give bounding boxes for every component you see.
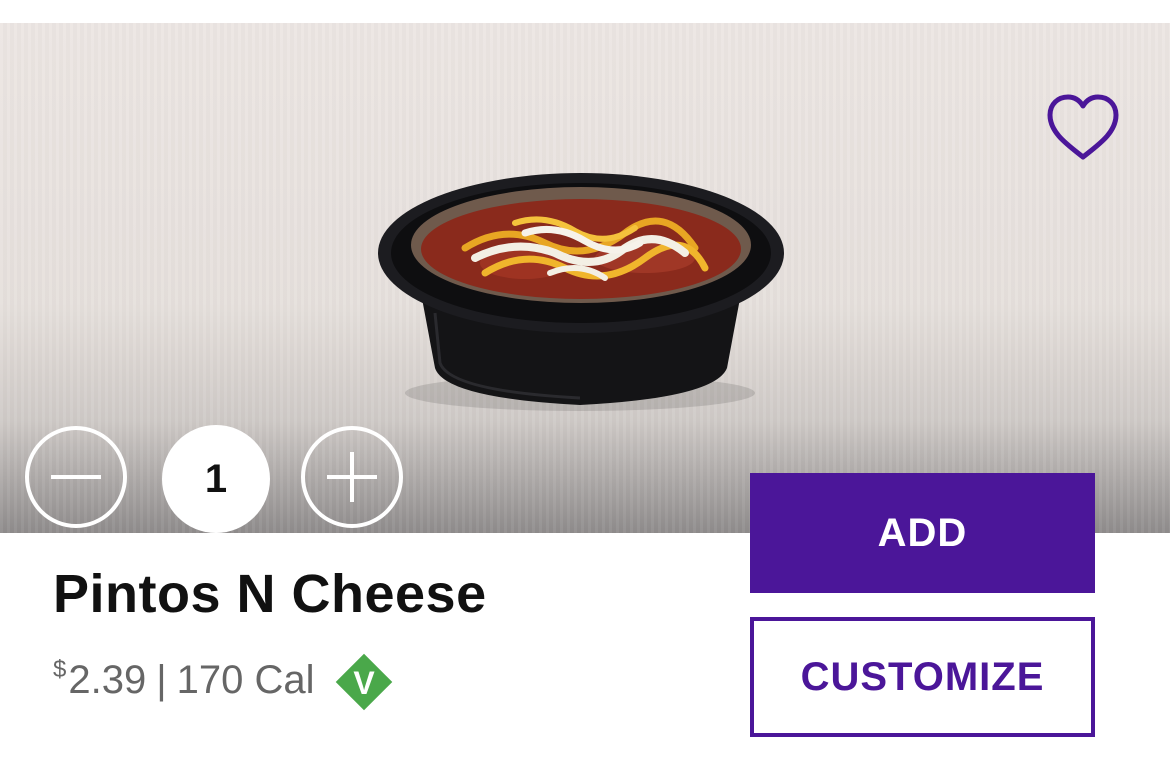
- product-meta: $ 2.39 | 170 Cal V: [53, 648, 396, 712]
- plus-icon: [327, 452, 377, 502]
- product-calories: 170 Cal: [176, 657, 315, 702]
- product-price: 2.39: [68, 657, 147, 702]
- vegetarian-badge-letter: V: [354, 665, 376, 701]
- decrease-quantity-button[interactable]: [25, 426, 127, 528]
- quantity-value: 1: [162, 425, 270, 533]
- vegetarian-badge-icon: V: [336, 653, 393, 711]
- meta-separator: |: [156, 657, 167, 702]
- product-hero: 1: [0, 23, 1170, 533]
- increase-quantity-button[interactable]: [301, 426, 403, 528]
- favorite-heart-icon[interactable]: [1046, 93, 1120, 163]
- product-title: Pintos N Cheese: [53, 564, 487, 624]
- customize-button[interactable]: CUSTOMIZE: [750, 617, 1095, 737]
- add-button[interactable]: ADD: [750, 473, 1095, 593]
- currency-symbol: $: [53, 656, 67, 683]
- pintos-n-cheese-image: [378, 173, 784, 411]
- minus-icon: [51, 475, 101, 479]
